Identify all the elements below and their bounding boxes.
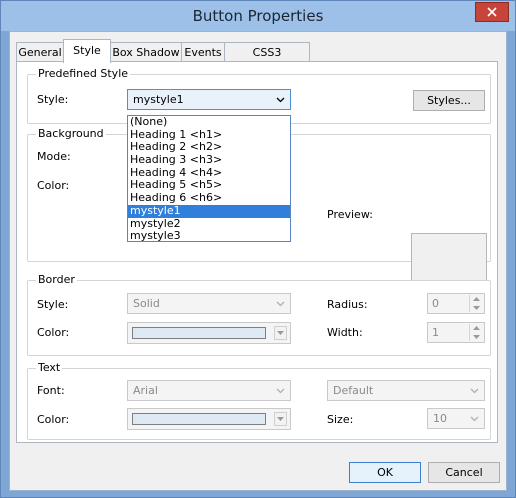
styles-button[interactable]: Styles...: [413, 90, 485, 111]
list-item[interactable]: (None): [128, 115, 290, 129]
preview-label: Preview:: [327, 208, 373, 221]
selected-style: mystyle1: [133, 93, 184, 106]
chevron-down-icon: [274, 381, 286, 400]
font-variant-select[interactable]: Default: [327, 380, 485, 401]
radius-value: 0: [432, 297, 439, 310]
chevron-down-icon: [468, 381, 480, 400]
border-group: Border: [27, 273, 491, 356]
border-style-value: Solid: [133, 297, 160, 310]
width-value: 1: [432, 326, 439, 339]
border-style-select[interactable]: Solid: [127, 293, 291, 314]
border-style-label: Style:: [37, 298, 69, 311]
cancel-button[interactable]: Cancel: [428, 462, 500, 483]
tab-css3-animation[interactable]: CSS3 Animation: [224, 42, 310, 78]
tab-label: Style: [73, 44, 101, 57]
size-select[interactable]: 10: [427, 408, 485, 429]
font-variant-value: Default: [333, 384, 374, 397]
spin-down-icon[interactable]: [470, 333, 483, 341]
spin-buttons[interactable]: [469, 324, 483, 341]
list-item[interactable]: Heading 6 <h6>: [128, 191, 290, 205]
list-item[interactable]: Heading 3 <h3>: [128, 153, 290, 167]
dialog-window: Button Properties General Style Box Shad…: [0, 0, 516, 498]
title-bar[interactable]: Button Properties: [1, 1, 515, 31]
tab-box-shadow[interactable]: Box Shadow: [110, 42, 182, 62]
chevron-down-icon[interactable]: [274, 412, 287, 426]
width-spinner[interactable]: 1: [427, 322, 485, 343]
text-color-picker[interactable]: [127, 408, 291, 430]
style-label: Style:: [37, 93, 69, 106]
chevron-down-icon: [274, 294, 286, 313]
color-swatch: [132, 413, 266, 425]
mode-label: Mode:: [37, 150, 71, 163]
font-value: Arial: [133, 384, 158, 397]
window-title: Button Properties: [192, 7, 324, 25]
group-label: Background: [36, 127, 106, 140]
group-label: Border: [36, 273, 77, 286]
border-color-picker[interactable]: [127, 322, 291, 344]
radius-spinner[interactable]: 0: [427, 293, 485, 314]
chevron-down-icon: [468, 409, 480, 428]
style-dropdown-list[interactable]: (None) Heading 1 <h1> Heading 2 <h2> Hea…: [127, 115, 291, 242]
radius-label: Radius:: [327, 298, 368, 311]
group-label: Predefined Style: [36, 67, 131, 80]
chevron-down-icon: [274, 90, 286, 109]
size-value: 10: [433, 412, 447, 425]
color-swatch: [132, 327, 266, 339]
spin-up-icon[interactable]: [470, 295, 483, 303]
group-label: Text: [36, 361, 63, 374]
chevron-down-icon[interactable]: [274, 326, 287, 340]
ok-button[interactable]: OK: [349, 462, 421, 483]
size-label: Size:: [327, 413, 354, 426]
style-tab-panel: Predefined Style Style: mystyle1 Styles.…: [16, 61, 498, 443]
tab-label: Events: [184, 46, 222, 59]
tab-label: Box Shadow: [112, 46, 180, 59]
close-icon: [487, 7, 497, 17]
border-color-label: Color:: [37, 326, 70, 339]
tab-style[interactable]: Style: [63, 39, 111, 63]
background-color-label: Color:: [37, 179, 70, 192]
width-label: Width:: [327, 326, 363, 339]
preview-box: [411, 233, 487, 281]
tab-general[interactable]: General: [16, 42, 64, 62]
close-button[interactable]: [475, 2, 509, 22]
font-label: Font:: [37, 384, 65, 397]
text-color-label: Color:: [37, 413, 70, 426]
tab-events[interactable]: Events: [181, 42, 225, 62]
font-select[interactable]: Arial: [127, 380, 291, 401]
spin-buttons[interactable]: [469, 295, 483, 312]
predefined-style-select[interactable]: mystyle1: [127, 89, 291, 110]
dialog-client: General Style Box Shadow Events CSS3 Ani…: [9, 31, 507, 491]
list-item-selected[interactable]: mystyle1: [128, 204, 290, 218]
spin-up-icon[interactable]: [470, 324, 483, 332]
tab-label: General: [18, 46, 62, 59]
list-item[interactable]: mystyle3: [128, 229, 290, 243]
spin-down-icon[interactable]: [470, 304, 483, 312]
